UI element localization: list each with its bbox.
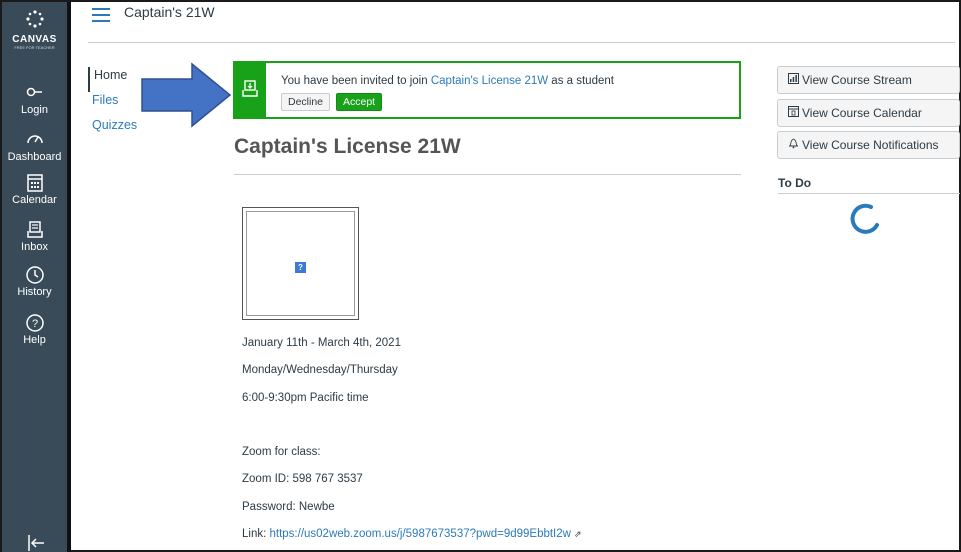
svg-text:?: ? — [31, 318, 37, 330]
view-course-calendar-label: View Course Calendar — [802, 106, 922, 120]
external-link-icon: ⇗ — [573, 529, 582, 539]
nav-login-label: Login — [21, 104, 48, 116]
calendar-icon — [788, 101, 802, 127]
collapse-nav-icon[interactable] — [26, 534, 46, 552]
login-icon — [2, 82, 67, 104]
nav-calendar[interactable]: Calendar — [2, 172, 67, 207]
link-label: Link: — [242, 528, 270, 540]
zoom-link[interactable]: https://us02web.zoom.us/j/5987673537?pwd… — [270, 528, 571, 540]
bell-icon — [788, 133, 802, 159]
header-divider — [88, 42, 955, 43]
breadcrumb[interactable]: Captain's 21W — [124, 4, 215, 20]
dashboard-icon — [2, 129, 67, 151]
inbox-icon — [2, 219, 67, 241]
days-text: Monday/Wednesday/Thursday — [242, 364, 398, 376]
nav-dashboard-label: Dashboard — [7, 151, 62, 163]
course-image: ? — [242, 207, 359, 320]
decline-button[interactable]: Decline — [281, 93, 331, 111]
invitation-banner: You have been invited to join Captain's … — [233, 61, 741, 119]
view-course-notifications-label: View Course Notifications — [802, 138, 939, 152]
nav-inbox[interactable]: Inbox — [2, 219, 67, 254]
password-text: Password: Newbe — [242, 501, 335, 513]
canvas-logo-icon — [2, 10, 67, 32]
time-text: 6:00-9:30pm Pacific time — [242, 392, 369, 404]
todo-heading: To Do — [778, 176, 812, 190]
hamburger-menu-icon[interactable] — [92, 8, 110, 22]
nav-calendar-label: Calendar — [12, 194, 57, 206]
canvas-logo[interactable]: CANVAS FREE FOR TEACHER — [2, 10, 67, 50]
global-nav: CANVAS FREE FOR TEACHER Login Dashboard … — [2, 2, 71, 552]
dates-text: January 11th - March 4th, 2021 — [242, 337, 401, 349]
nav-login[interactable]: Login — [2, 82, 67, 117]
logo-subtext: FREE FOR TEACHER — [14, 45, 55, 50]
loading-spinner-icon — [850, 203, 879, 234]
view-course-notifications-button[interactable]: View Course Notifications — [777, 131, 960, 159]
annotation-arrow — [141, 62, 232, 128]
nav-history-label: History — [17, 286, 52, 298]
invite-inbox-icon — [242, 80, 258, 97]
view-course-stream-button[interactable]: View Course Stream — [777, 66, 960, 94]
invitation-text-before: You have been invited to join — [281, 75, 431, 87]
stream-icon — [788, 68, 802, 94]
nav-inbox-label: Inbox — [21, 241, 48, 253]
accept-button[interactable]: Accept — [336, 93, 383, 111]
nav-help[interactable]: ? Help — [2, 312, 67, 347]
view-course-calendar-button[interactable]: View Course Calendar — [777, 99, 960, 127]
page-title: Captain's License 21W — [234, 135, 461, 158]
logo-text: CANVAS — [12, 34, 57, 45]
nav-help-label: Help — [23, 334, 46, 346]
zoom-heading: Zoom for class: — [242, 446, 321, 458]
history-icon — [2, 264, 67, 286]
zoom-id-text: Zoom ID: 598 767 3537 — [242, 473, 363, 485]
invitation-icon-strip — [235, 63, 266, 117]
title-divider — [234, 174, 741, 175]
nav-dashboard[interactable]: Dashboard — [2, 129, 67, 164]
todo-divider — [778, 193, 960, 194]
view-course-stream-label: View Course Stream — [802, 73, 912, 87]
zoom-link-line: Link: https://us02web.zoom.us/j/59876735… — [242, 528, 582, 540]
calendar-icon — [2, 172, 67, 194]
invitation-text-after: as a student — [548, 75, 614, 87]
invitation-course-link[interactable]: Captain's License 21W — [431, 75, 548, 87]
invitation-message: You have been invited to join Captain's … — [281, 75, 614, 87]
broken-image-icon: ? — [295, 262, 306, 273]
nav-history[interactable]: History — [2, 264, 67, 299]
help-icon: ? — [2, 312, 67, 334]
